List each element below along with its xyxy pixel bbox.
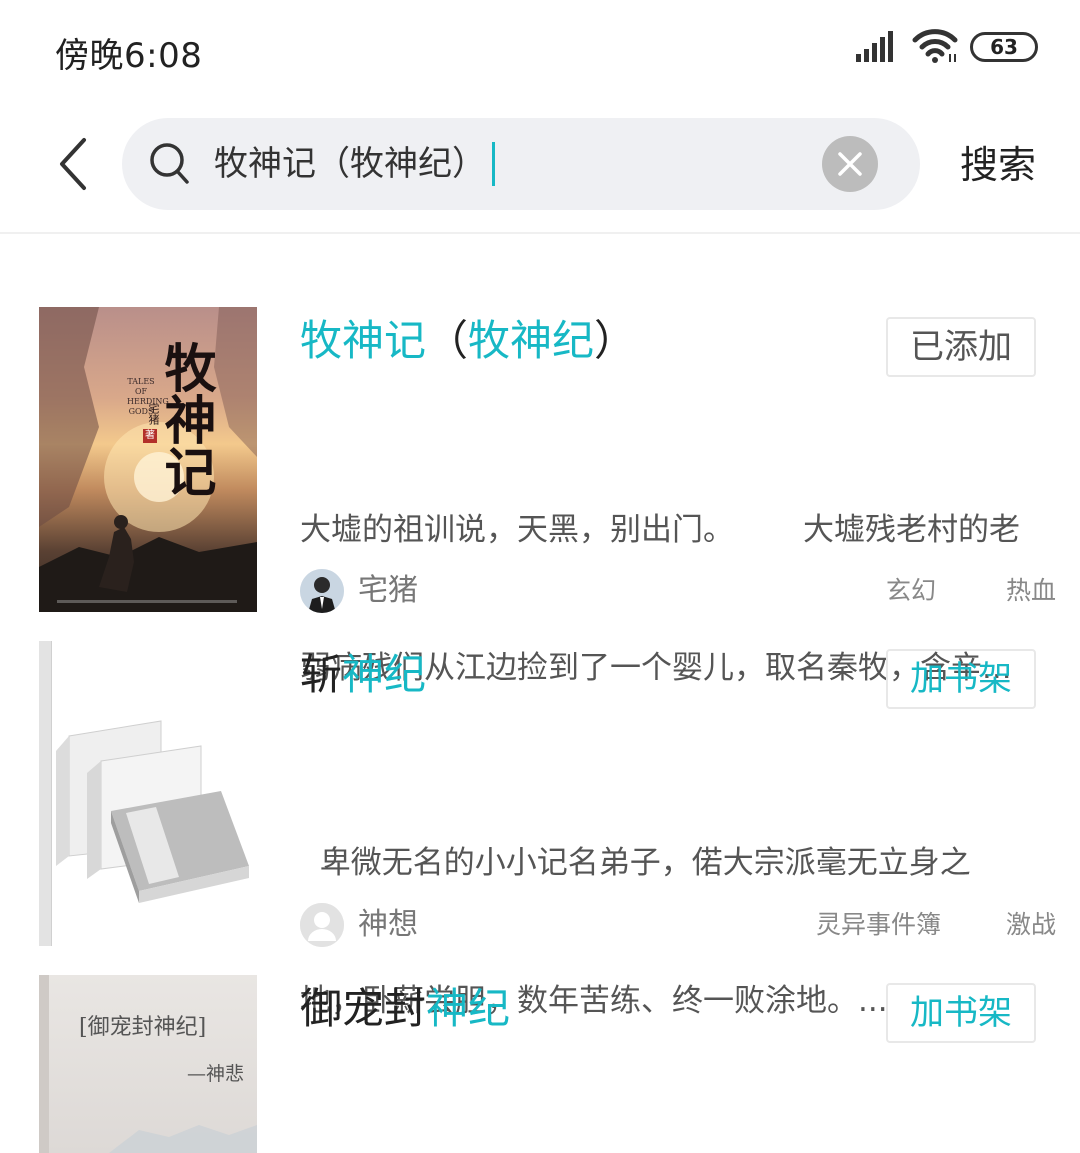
title-text: ）: [594, 316, 637, 365]
clear-icon: [838, 152, 862, 176]
add-to-shelf-button[interactable]: 加书架: [886, 983, 1036, 1043]
book-cover-placeholder[interactable]: [39, 641, 257, 946]
author-name[interactable]: 宅猪: [358, 571, 418, 611]
title-highlight: 神纪: [342, 650, 427, 699]
book-title[interactable]: 牧神记（牧神纪）: [300, 313, 636, 369]
back-icon[interactable]: [52, 136, 96, 192]
tag[interactable]: 热血: [1006, 573, 1056, 609]
status-bar: 傍晚6:08 63: [0, 0, 1080, 96]
description-line: 大墟的祖训说，天黑，别出门。 大墟残老村的老: [300, 512, 1020, 548]
title-text: 斩: [300, 650, 343, 699]
text-caret: [492, 142, 495, 186]
search-query[interactable]: 牧神记（牧神纪）: [214, 142, 486, 186]
author-name[interactable]: 神想: [358, 905, 418, 945]
avatar: [300, 569, 344, 613]
result-item[interactable]: 牧神记 TALES OF HERDING GODS 宅猪 著 牧神记（牧神纪） …: [0, 307, 1080, 686]
result-item[interactable]: [御宠封神纪] —神悲 御宠封神纪 加书架: [0, 975, 1080, 1153]
signal-icon: [856, 31, 893, 62]
tag[interactable]: 灵异事件簿: [816, 907, 941, 943]
add-to-shelf-button[interactable]: 加书架: [886, 649, 1036, 709]
title-highlight: 神纪: [426, 984, 511, 1033]
wifi-icon: [912, 29, 958, 63]
book-cover[interactable]: 牧神记 TALES OF HERDING GODS 宅猪 著: [39, 307, 257, 612]
result-item[interactable]: 斩神纪 加书架 卑微无名的小小记名弟子，偌大宗派毫无立身之 地，卧薪尝胆，数年苦…: [0, 641, 1080, 1019]
title-text: 御宠封: [300, 984, 427, 1033]
status-time: 傍晚6:08: [55, 36, 203, 76]
tag[interactable]: 玄幻: [886, 573, 936, 609]
cover-author: 宅猪: [147, 403, 160, 425]
title-text: （: [426, 316, 469, 365]
search-button[interactable]: 搜索: [960, 140, 1036, 190]
book-title[interactable]: 斩神纪: [300, 647, 426, 703]
avatar: [300, 903, 344, 947]
description-line: 卑微无名的小小记名弟子，偌大宗派毫无立身之: [300, 845, 971, 881]
book-cover[interactable]: [御宠封神纪] —神悲: [39, 975, 257, 1153]
title-highlight: 牧神纪: [468, 316, 595, 365]
search-input[interactable]: 牧神记（牧神纪）: [122, 118, 920, 210]
search-icon: [150, 143, 189, 184]
clear-button[interactable]: [822, 136, 878, 192]
book-title[interactable]: 御宠封神纪: [300, 981, 510, 1037]
tag[interactable]: 激战: [1006, 907, 1056, 943]
search-header: 牧神记（牧神纪） 搜索: [0, 96, 1080, 234]
cover-mark: 著: [143, 429, 157, 443]
added-button[interactable]: 已添加: [886, 317, 1036, 377]
title-highlight: 牧神记: [300, 316, 427, 365]
battery-level: 63: [990, 35, 1018, 59]
battery-icon: 63: [970, 32, 1038, 62]
